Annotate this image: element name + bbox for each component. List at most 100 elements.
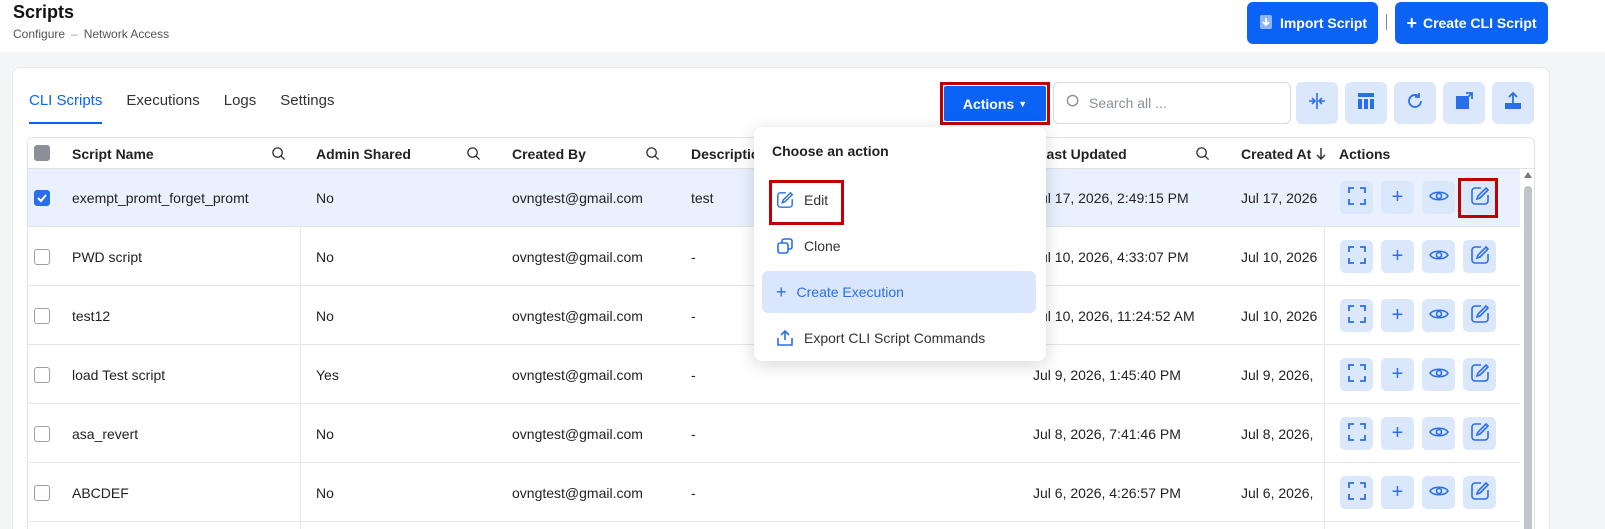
row-checkbox[interactable] (34, 308, 50, 324)
cell-created-at: Jul 10, 2026, 4 (1241, 249, 1317, 265)
view-button[interactable] (1422, 358, 1455, 391)
expand-button[interactable] (1443, 82, 1485, 124)
tab-settings[interactable]: Settings (280, 92, 334, 124)
row-checkbox[interactable] (34, 426, 50, 442)
search-icon[interactable] (645, 138, 660, 169)
table-layout-icon (1355, 90, 1377, 117)
view-button[interactable] (1422, 417, 1455, 450)
fullscreen-button[interactable] (1340, 417, 1373, 450)
row-checkbox[interactable] (34, 485, 50, 501)
edit-button[interactable] (1463, 476, 1496, 509)
create-cli-script-label: Create CLI Script (1422, 15, 1537, 31)
edit-icon (1470, 245, 1490, 268)
table-row[interactable]: asa_revert No ovngtest@gmail.com - Jul 8… (28, 405, 1520, 463)
header-script-name[interactable]: Script Name (72, 138, 154, 169)
add-execution-button[interactable]: + (1381, 417, 1414, 450)
cell-created-by: ovngtest@gmail.com (512, 485, 643, 501)
fullscreen-button[interactable] (1340, 358, 1373, 391)
cell-admin-shared: No (316, 426, 334, 442)
table-layout-button[interactable] (1345, 82, 1387, 124)
fullscreen-icon (1347, 305, 1366, 326)
row-checkbox[interactable] (34, 249, 50, 265)
cell-created-by: ovngtest@gmail.com (512, 249, 643, 265)
eye-icon (1428, 366, 1449, 383)
menu-item-label: Clone (804, 238, 841, 254)
import-script-button[interactable]: Import Script (1247, 2, 1378, 44)
breadcrumb-configure[interactable]: Configure (13, 27, 65, 41)
edit-button[interactable] (1463, 299, 1496, 332)
cell-script-name[interactable]: ABCDEF (72, 464, 292, 522)
tab-logs[interactable]: Logs (224, 92, 257, 124)
table-row[interactable]: ABCDEF No ovngtest@gmail.com - Jul 6, 20… (28, 464, 1520, 522)
search-icon[interactable] (1195, 138, 1210, 169)
cell-script-name[interactable]: asa_revert (72, 405, 292, 463)
tab-executions[interactable]: Executions (126, 92, 199, 124)
view-button[interactable] (1422, 476, 1455, 509)
cell-admin-shared: No (316, 249, 334, 265)
fullscreen-button[interactable] (1340, 181, 1373, 214)
add-execution-button[interactable]: + (1381, 299, 1414, 332)
fullscreen-icon (1347, 246, 1366, 267)
menu-title: Choose an action (772, 143, 889, 159)
row-checkbox[interactable] (34, 190, 50, 206)
sort-down-icon[interactable] (1315, 138, 1327, 169)
add-execution-button[interactable]: + (1381, 181, 1414, 214)
edit-button[interactable] (1463, 358, 1496, 391)
fullscreen-button[interactable] (1340, 299, 1373, 332)
fullscreen-button[interactable] (1340, 240, 1373, 273)
page-title: Scripts (13, 2, 75, 22)
column-resize-button[interactable] (1296, 82, 1338, 124)
cell-admin-shared: Yes (316, 367, 339, 383)
cell-script-name[interactable]: load Test script (72, 346, 292, 404)
add-execution-button[interactable]: + (1381, 358, 1414, 391)
edit-icon (1470, 481, 1490, 504)
cell-last-updated: Jul 8, 2026, 7:41:46 PM (1033, 426, 1181, 442)
menu-item-export[interactable]: Export CLI Script Commands (762, 317, 1036, 359)
actions-button[interactable]: Actions ▼ (944, 86, 1046, 121)
refresh-button[interactable] (1394, 82, 1436, 124)
view-button[interactable] (1422, 181, 1455, 214)
menu-item-create-execution[interactable]: + Create Execution (762, 271, 1036, 313)
column-resize-icon (1306, 90, 1328, 117)
create-cli-script-button[interactable]: + Create CLI Script (1395, 2, 1548, 44)
fullscreen-button[interactable] (1340, 476, 1373, 509)
header-created-at[interactable]: Created At (1241, 138, 1311, 169)
search-icon[interactable] (271, 138, 286, 169)
scroll-up-arrow[interactable] (1524, 172, 1532, 178)
export-icon (776, 329, 794, 347)
header-last-updated[interactable]: Last Updated (1038, 138, 1127, 169)
search-input[interactable]: Search all ... (1053, 82, 1291, 124)
edit-icon (1470, 304, 1490, 327)
fullscreen-icon (1347, 482, 1366, 503)
row-checkbox[interactable] (34, 367, 50, 383)
cell-last-updated: Jul 17, 2026, 2:49:15 PM (1033, 190, 1189, 206)
header-admin-shared[interactable]: Admin Shared (316, 138, 411, 169)
breadcrumb-separator: – (71, 27, 78, 41)
select-all-checkbox[interactable] (34, 145, 50, 161)
cell-script-name[interactable]: PWD script (72, 228, 292, 286)
menu-item-clone[interactable]: Clone (762, 225, 1036, 267)
cell-created-by: ovngtest@gmail.com (512, 308, 643, 324)
cell-description: - (691, 308, 696, 324)
scrollbar-thumb[interactable] (1524, 186, 1532, 529)
upload-button[interactable] (1492, 82, 1534, 124)
breadcrumb: Configure – Network Access (13, 27, 169, 41)
fullscreen-icon (1347, 423, 1366, 444)
add-execution-button[interactable]: + (1381, 476, 1414, 509)
edit-button[interactable] (1463, 240, 1496, 273)
cell-script-name[interactable]: test12 (72, 287, 292, 345)
plus-icon: + (776, 281, 787, 302)
search-icon[interactable] (466, 138, 481, 169)
edit-button[interactable] (1463, 417, 1496, 450)
edit-icon (1470, 422, 1490, 445)
cell-description: - (691, 485, 696, 501)
cell-last-updated: Jul 9, 2026, 1:45:40 PM (1033, 367, 1181, 383)
header-created-by[interactable]: Created By (512, 138, 586, 169)
tab-cli-scripts[interactable]: CLI Scripts (29, 92, 103, 124)
cell-created-at: Jul 8, 2026, 7:4 (1241, 426, 1317, 442)
breadcrumb-network-access[interactable]: Network Access (84, 27, 169, 41)
view-button[interactable] (1422, 299, 1455, 332)
cell-script-name[interactable]: exempt_promt_forget_promt (72, 169, 292, 227)
add-execution-button[interactable]: + (1381, 240, 1414, 273)
view-button[interactable] (1422, 240, 1455, 273)
